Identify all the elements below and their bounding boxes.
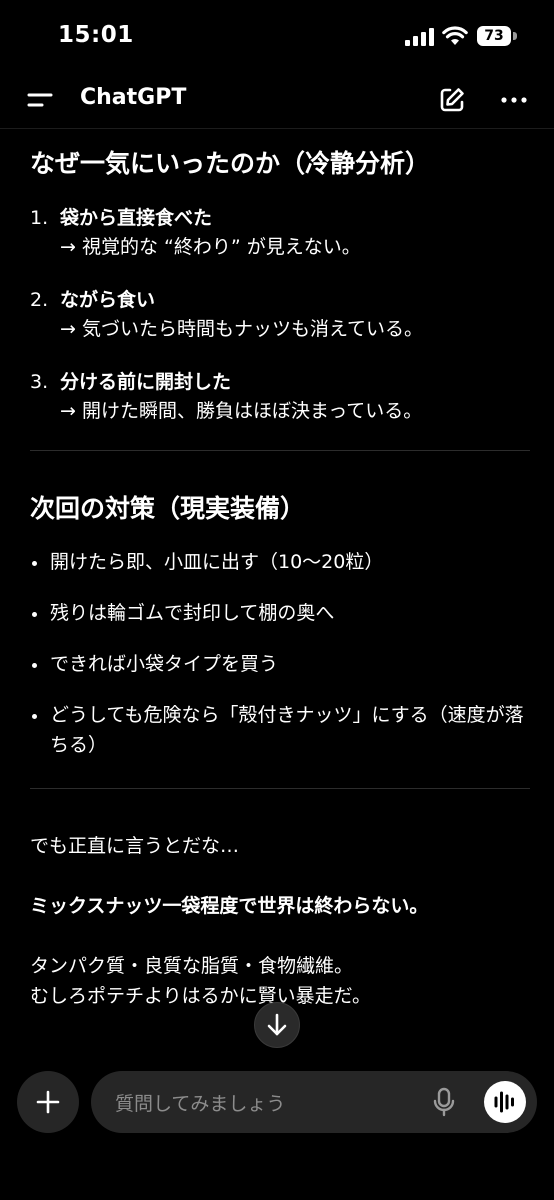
list-item: 2. ながら食い → 気づいたら時間もナッツも消えている。 [30,286,530,344]
section-divider [30,788,530,789]
new-chat-icon[interactable] [436,84,468,116]
list-item: 1. 袋から直接食べた → 視覚的な “終わり” が見えない。 [30,204,530,262]
list-number: 1. [30,207,49,229]
status-time: 15:01 [58,22,134,48]
bullet-item: 残りは輪ゴムで封印して棚の奥へ [30,598,530,628]
header-divider [0,128,554,129]
paragraph: タンパク質・良質な脂質・食物繊維。 [30,955,354,977]
input-placeholder: 質問してみましょう [115,1093,286,1115]
section-heading-analysis: なぜ一気にいったのか（冷静分析） [30,149,431,178]
status-bar: 15:01 73 [0,0,554,72]
paragraph: でも正直に言うとだな… [30,835,240,857]
list-item-detail: → 開けた瞬間、勝負はほぼ決まっている。 [60,400,423,422]
bullet-text: 開けたら即、小皿に出す（10〜20粒） [50,551,384,573]
bullet-dot [32,612,37,617]
voice-mode-button[interactable] [484,1081,526,1123]
scroll-to-bottom-button[interactable] [254,1002,300,1048]
list-item-detail: → 気づいたら時間もナッツも消えている。 [60,318,424,340]
cellular-signal-icon [405,28,434,46]
bullet-dot [32,663,37,668]
list-item: 3. 分ける前に開封した → 開けた瞬間、勝負はほぼ決まっている。 [30,368,530,426]
bullet-text: どうしても危険なら「殻付きナッツ」にする（速度が落ちる） [50,704,524,756]
bullet-dot [32,714,37,719]
battery-icon: 73 [477,26,518,46]
battery-tip [513,32,517,40]
list-item-detail: → 視覚的な “終わり” が見えない。 [60,236,361,258]
bullet-text: 残りは輪ゴムで封印して棚の奥へ [50,602,335,624]
composer-bar: 質問してみましょう [0,1068,554,1200]
bullet-dot [32,561,37,566]
list-item-title: ながら食い [60,289,156,311]
list-item-title: 袋から直接食べた [60,207,213,229]
bullet-item: 開けたら即、小皿に出す（10〜20粒） [30,547,530,577]
app-title: ChatGPT [80,85,187,110]
menu-icon[interactable] [22,84,58,116]
message-input[interactable]: 質問してみましょう [91,1071,537,1133]
wifi-icon [442,26,468,45]
microphone-icon[interactable] [431,1086,457,1118]
list-number: 3. [30,371,49,393]
bullet-item: できれば小袋タイプを買う [30,649,530,679]
attach-button[interactable] [17,1071,79,1133]
paragraph-bold: ミックスナッツ一袋程度で世界は終わらない。 [30,895,429,917]
plus-icon [36,1090,60,1114]
voice-waveform-icon [494,1091,514,1113]
list-number: 2. [30,289,49,311]
app-header: ChatGPT [0,72,554,128]
numbered-list: 1. 袋から直接食べた → 視覚的な “終わり” が見えない。 2. ながら食い →… [30,204,530,426]
battery-level: 73 [477,26,511,46]
section-heading-countermeasures: 次回の対策（現実装備） [30,494,306,523]
assistant-message: なぜ一気にいったのか（冷静分析） 1. 袋から直接食べた → 視覚的な “終わり”… [30,140,530,1011]
section-divider [30,450,530,451]
more-icon[interactable] [496,84,532,116]
bullet-text: できれば小袋タイプを買う [50,653,279,675]
list-item-title: 分ける前に開封した [60,371,232,393]
bullet-item: どうしても危険なら「殻付きナッツ」にする（速度が落ちる） [30,700,530,760]
arrow-down-icon [267,1013,287,1036]
bullet-list: 開けたら即、小皿に出す（10〜20粒） 残りは輪ゴムで封印して棚の奥へ できれば… [30,547,530,760]
